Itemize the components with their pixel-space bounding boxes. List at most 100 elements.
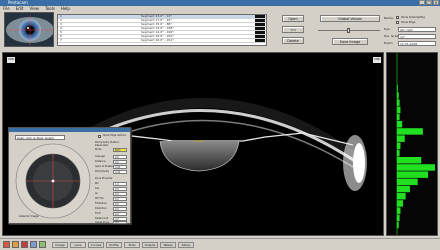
scan-list[interactable]: 1 Segment 13.0° - 13° 2 Segment 17.0° - … [57, 14, 267, 46]
histogram-bar [397, 106, 401, 114]
color-swatch [255, 35, 265, 38]
wh-field[interactable]: 0.0 [113, 197, 127, 201]
distortion-label: Distortion [95, 207, 107, 210]
histogram-bar [397, 149, 400, 157]
cornea-map[interactable]: Anterior Image [13, 142, 93, 220]
open-button[interactable]: Open [282, 15, 304, 22]
histogram-bar [397, 128, 423, 135]
analysis-dialog[interactable]: Scan: Ant. & Post. Graph Anterior Image … [8, 127, 131, 224]
inside-zone-field[interactable]: 0.0 [113, 221, 127, 224]
densitometry-chart [396, 53, 435, 235]
fit-radius-field[interactable]: 0.0 [113, 202, 127, 206]
eye-image [5, 13, 53, 46]
fit-radius-label: Fit Radius [95, 202, 107, 205]
histogram-bar [397, 157, 422, 164]
histogram-bar [397, 92, 399, 99]
section-a-title: Pachymetry Position Dependent [95, 141, 120, 147]
tab-tools[interactable]: Tools [124, 242, 140, 248]
color-swatch [255, 27, 265, 30]
av-field[interactable]: 0.0 [113, 192, 127, 196]
distortion-field[interactable]: 0.0 [113, 207, 127, 211]
folder-icon[interactable] [21, 241, 28, 248]
mode-field[interactable]: Both [113, 148, 127, 152]
close-button[interactable]: × [433, 0, 439, 5]
dia-field[interactable]: 0.0 [113, 187, 127, 191]
pachymetry-field[interactable]: 0.00 [113, 170, 127, 174]
exam-field[interactable]: 12.05.2008 [398, 41, 436, 46]
dia-label: Dia [95, 187, 99, 190]
maximize-button[interactable]: □ [426, 0, 432, 5]
section-b-title: Zone Ø Center [95, 177, 113, 180]
histogram-bar [397, 171, 429, 178]
average-label: Average [95, 155, 105, 158]
menu-bar: File Edit View Tools Help [0, 6, 440, 12]
distance-field[interactable]: 0.0 [113, 160, 127, 164]
show-edge-vectors-label: Show Edge Vectors [103, 134, 126, 137]
rm-field[interactable]: 1.0 [113, 182, 127, 186]
histogram-bar [397, 164, 435, 171]
fit-field[interactable]: 0.0 [113, 212, 127, 216]
distance-label: Distance [95, 160, 106, 163]
histogram-bar [397, 214, 400, 222]
color-swatch [255, 39, 265, 42]
histogram-bar [397, 113, 400, 121]
histogram-bar [397, 135, 405, 142]
tab-tables[interactable]: Tables [160, 242, 176, 248]
tab-image[interactable]: Image [52, 242, 68, 248]
color-swatch [255, 31, 265, 34]
mode-label: Mode [95, 148, 102, 151]
print-icon[interactable] [12, 241, 19, 248]
threshold-slider[interactable] [318, 28, 380, 33]
field-label: Exam: [384, 41, 394, 45]
global-values-button[interactable]: Global Values [320, 15, 380, 22]
histogram-bar [397, 200, 404, 207]
add-button[interactable]: << [282, 26, 304, 33]
eye-field[interactable]: OD right [398, 27, 436, 32]
graph-icon[interactable] [39, 241, 46, 248]
eye-thumbnail[interactable] [4, 12, 54, 47]
cornea-map-canvas [15, 143, 91, 219]
show-scheimpflug-label: Show Scheimpflug [401, 16, 425, 19]
wh-label: Wh Hrs [95, 197, 104, 200]
camera-icon[interactable] [30, 241, 37, 248]
histogram-bar [397, 121, 403, 128]
home-icon[interactable] [3, 241, 10, 248]
histogram-bar [397, 185, 410, 193]
tab-graphs[interactable]: Graphs [142, 242, 158, 248]
minimize-button[interactable]: _ [419, 0, 425, 5]
rm-label: Rm [95, 182, 99, 185]
delete-button[interactable]: Delete [282, 37, 304, 44]
field-label: Eye: [384, 27, 391, 31]
tab-profile[interactable]: Profile [106, 242, 122, 248]
densitometry-plot [386, 52, 438, 236]
histogram-bar [397, 99, 400, 106]
scan-field[interactable]: Scan: Ant. & Post. Graph [15, 135, 65, 140]
show-scheimpflug-checkbox[interactable] [396, 16, 399, 19]
show-edge-vectors-checkbox[interactable] [98, 135, 101, 138]
histogram-bar [397, 207, 401, 214]
dialog-titlebar [9, 128, 130, 132]
position-field[interactable]: 12° [398, 34, 436, 39]
tab-lens[interactable]: Lens [70, 242, 86, 248]
av-label: Av [95, 192, 98, 195]
save-image-button[interactable]: Save Image [332, 38, 368, 45]
slider-thumb[interactable] [347, 28, 350, 33]
histogram-bar [397, 221, 399, 229]
apex-field[interactable]: 0.00 [113, 165, 127, 169]
anterior-image-label: Anterior Image [19, 215, 39, 218]
left-marker-label: 196 [8, 57, 14, 61]
name-label: Name: [384, 16, 394, 20]
show-edge-label: Show Edge [401, 21, 416, 24]
fit-label: Fit Ø [95, 212, 101, 215]
list-item[interactable]: 7 Segment 16.0° - 201° [58, 39, 266, 43]
color-swatch [255, 15, 265, 18]
histogram-bar [397, 193, 406, 200]
color-swatch [255, 23, 265, 26]
tab-setup[interactable]: Setup [178, 242, 194, 248]
tab-cornea[interactable]: Cornea [88, 242, 104, 248]
average-field[interactable]: 0.0 [113, 155, 127, 159]
menu-help[interactable]: Help [61, 6, 70, 12]
histogram-bar [397, 85, 398, 92]
histogram-bar [397, 178, 418, 186]
show-edge-checkbox[interactable] [396, 21, 399, 24]
